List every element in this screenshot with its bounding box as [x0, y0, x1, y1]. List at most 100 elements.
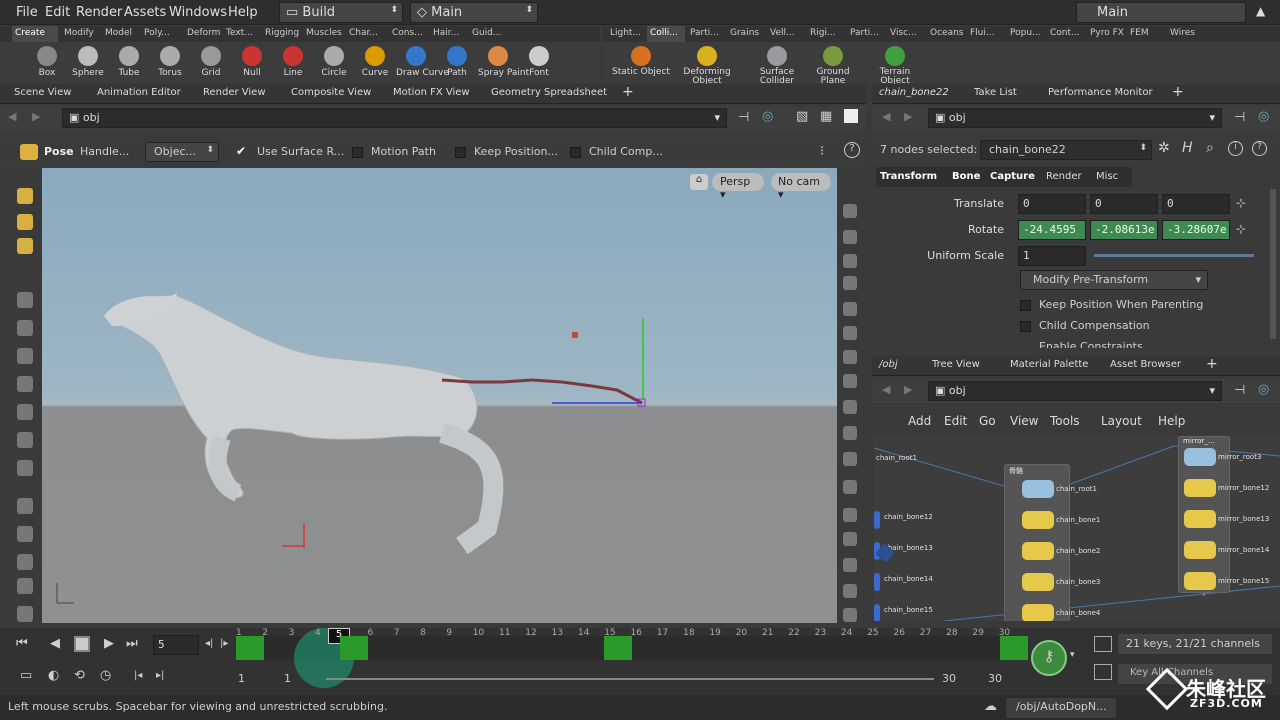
shelf-tab[interactable]: Parti...: [687, 26, 725, 42]
menu-assets[interactable]: Assets: [124, 5, 166, 20]
scene-path-field[interactable]: ▣ obj ▾: [62, 108, 727, 128]
tool-icon[interactable]: [17, 404, 33, 420]
auto-key-icon[interactable]: ⚷: [1031, 640, 1067, 676]
shelf-tool[interactable]: Terrain Object: [865, 44, 925, 86]
tool-icon[interactable]: [17, 348, 33, 364]
network-tab[interactable]: Tree View: [932, 359, 980, 370]
param-scrollbar[interactable]: [1270, 189, 1276, 339]
pane-tab[interactable]: Scene View: [14, 87, 71, 98]
network-node[interactable]: [1022, 480, 1054, 498]
expand-icon[interactable]: ▲: [1256, 4, 1265, 18]
network-tab[interactable]: Material Palette: [1010, 359, 1088, 370]
pin-icon[interactable]: ⊣: [738, 110, 749, 125]
pin-icon[interactable]: ⊣: [1234, 110, 1245, 125]
child-comp-checkbox[interactable]: [570, 147, 581, 158]
check-icon[interactable]: ✔: [236, 144, 246, 158]
scale-field[interactable]: 1: [1018, 246, 1086, 266]
range-end-icon[interactable]: ▸|: [156, 670, 164, 681]
start-frame[interactable]: 1: [238, 672, 245, 685]
pin-icon[interactable]: ⊣: [1234, 383, 1245, 398]
shelf-tool[interactable]: Sphere: [68, 44, 108, 82]
add-tab-icon[interactable]: +: [622, 84, 634, 100]
tool-icon[interactable]: [17, 238, 33, 254]
network-node[interactable]: [1022, 542, 1054, 560]
tool-icon[interactable]: [17, 376, 33, 392]
shelf-tab[interactable]: Colli...: [647, 26, 685, 42]
persp-menu[interactable]: Persp ▾: [712, 173, 764, 201]
display-icon[interactable]: ▦: [820, 109, 832, 124]
display-icon[interactable]: [843, 426, 857, 440]
network-node[interactable]: [874, 604, 880, 621]
back-arrow-icon[interactable]: ◀: [8, 110, 16, 123]
tool-icon[interactable]: [17, 526, 33, 542]
network-node[interactable]: [1022, 573, 1054, 591]
modify-pre-transform-button[interactable]: Modify Pre-Transform ▾: [1020, 270, 1208, 290]
tool-icon[interactable]: [17, 498, 33, 514]
lock-icon[interactable]: ⊹: [1236, 222, 1246, 236]
display-icon[interactable]: [843, 374, 857, 388]
menu-file[interactable]: File: [16, 5, 38, 20]
display-icon[interactable]: [843, 204, 857, 218]
scale-slider[interactable]: [1094, 254, 1254, 257]
help-icon[interactable]: ?: [844, 142, 860, 158]
range-start-icon[interactable]: |◂: [134, 670, 142, 681]
shelf-tab[interactable]: Text...: [223, 26, 259, 42]
shelf-tool[interactable]: Static Object: [611, 44, 671, 82]
network-node[interactable]: [1184, 448, 1216, 466]
network-menu-item[interactable]: Layout: [1101, 414, 1142, 428]
tool-icon[interactable]: [17, 606, 33, 622]
param-tab[interactable]: Misc: [1096, 171, 1118, 182]
handle-dropdown[interactable]: Handle...: [80, 145, 129, 158]
current-frame-field[interactable]: 5: [153, 635, 199, 655]
back-arrow-icon[interactable]: ◀: [882, 383, 890, 396]
display-icon[interactable]: [843, 230, 857, 244]
shelf-tab[interactable]: Popu...: [1007, 26, 1045, 42]
tool-icon[interactable]: [17, 214, 33, 230]
keyframe-marker[interactable]: [340, 636, 368, 660]
pane-tab[interactable]: Take List: [974, 87, 1017, 98]
keyframe-marker[interactable]: [604, 636, 632, 660]
network-menu-item[interactable]: Go: [979, 414, 996, 428]
param-tab[interactable]: Bone: [952, 171, 980, 182]
camera-menu[interactable]: No cam ▾: [771, 173, 831, 201]
display-icon[interactable]: [843, 480, 857, 494]
shelf-tool[interactable]: Null: [232, 44, 272, 82]
display-icon[interactable]: [843, 350, 857, 364]
network-node[interactable]: [874, 573, 880, 591]
network-node[interactable]: [1184, 541, 1216, 559]
network-node[interactable]: [1184, 510, 1216, 528]
keep-position-checkbox[interactable]: [455, 147, 466, 158]
pane-tab[interactable]: Performance Monitor: [1048, 87, 1153, 98]
network-path-field[interactable]: ▣ obj ▾: [928, 381, 1222, 401]
network-node[interactable]: [1184, 572, 1216, 590]
step-back-icon[interactable]: ◀: [50, 636, 60, 651]
cube-icon[interactable]: ▧: [796, 109, 808, 124]
link-icon[interactable]: ◎: [1258, 382, 1269, 397]
child-compensation-checkbox[interactable]: [1020, 321, 1031, 332]
shelf-tool[interactable]: Line: [273, 44, 313, 82]
desktop-build-select[interactable]: ▭ Build ⬍: [279, 2, 403, 23]
menu-windows[interactable]: Windows: [169, 5, 227, 20]
link-icon[interactable]: ◎: [762, 109, 773, 124]
network-tab[interactable]: Asset Browser: [1110, 359, 1181, 370]
keyframe-marker[interactable]: [1000, 636, 1028, 660]
shelf-tab[interactable]: Muscles: [303, 26, 343, 42]
status-path[interactable]: /obj/AutoDopN...: [1006, 698, 1116, 718]
add-tab-icon[interactable]: +: [1206, 356, 1218, 372]
shelf-tool[interactable]: Tube: [109, 44, 149, 82]
add-tab-icon[interactable]: +: [1172, 84, 1184, 100]
display-icon[interactable]: [843, 452, 857, 466]
h-icon[interactable]: H: [1182, 140, 1193, 156]
tool-icon[interactable]: [17, 578, 33, 594]
network-tab[interactable]: /obj: [879, 359, 898, 370]
tool-icon[interactable]: [17, 554, 33, 570]
tool-icon[interactable]: [17, 460, 33, 476]
shelf-tool[interactable]: Box: [27, 44, 67, 82]
display-icon[interactable]: [843, 532, 857, 546]
shelf-tab[interactable]: Rigi...: [807, 26, 845, 42]
shelf-tool[interactable]: Circle: [314, 44, 354, 82]
shelf-tab[interactable]: Parti...: [847, 26, 885, 42]
shelf-tab[interactable]: Flui...: [967, 26, 1005, 42]
options-icon[interactable]: ⁝: [820, 144, 824, 159]
end-frame[interactable]: 30: [942, 672, 956, 685]
